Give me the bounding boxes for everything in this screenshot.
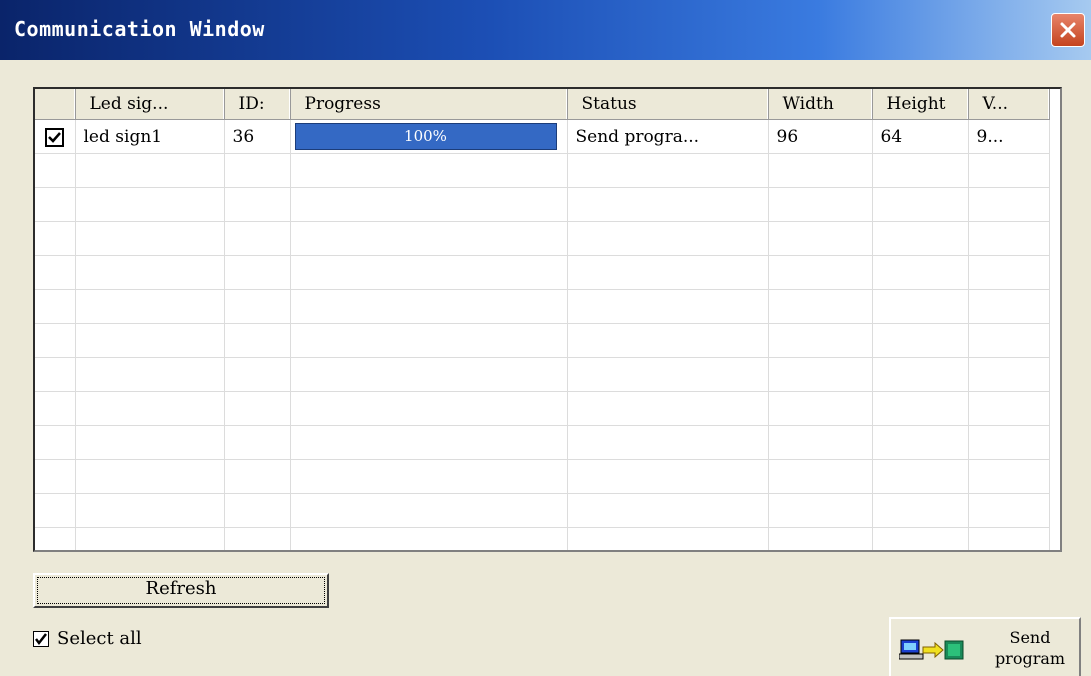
column-header-check[interactable] <box>35 89 76 120</box>
progress-bar: 100% <box>294 123 557 150</box>
column-header-height[interactable]: Height <box>872 89 969 120</box>
send-program-button[interactable]: Send program <box>889 617 1081 676</box>
table-row <box>35 425 1050 460</box>
row-checkbox[interactable] <box>45 127 65 147</box>
table-row <box>35 459 1050 494</box>
column-header-v[interactable]: V... <box>968 89 1050 120</box>
window-title: Communication Window <box>14 17 265 41</box>
led-sign-name: led sign1 <box>75 119 225 154</box>
width-value: 96 <box>768 119 873 154</box>
status-text: Send progra... <box>567 119 769 154</box>
column-header-progress[interactable]: Progress <box>290 89 568 120</box>
table-row <box>35 527 1050 550</box>
select-all-checkbox[interactable]: Select all <box>33 627 142 651</box>
led-sign-id: 36 <box>224 119 291 154</box>
check-icon <box>48 131 62 143</box>
close-button[interactable] <box>1051 13 1085 47</box>
device-table: Led sig... ID: Progress Status Width Hei… <box>35 89 1050 550</box>
table-row <box>35 391 1050 426</box>
table-row <box>35 493 1050 528</box>
table-row <box>35 289 1050 324</box>
table-row <box>35 187 1050 222</box>
send-label-line1: Send <box>1009 628 1051 647</box>
close-icon <box>1060 22 1076 38</box>
select-all-box[interactable] <box>33 631 49 647</box>
column-header-id[interactable]: ID: <box>224 89 291 120</box>
send-program-icon <box>899 639 964 660</box>
send-label-line2: program <box>994 649 1066 668</box>
device-list[interactable]: Led sig... ID: Progress Status Width Hei… <box>33 87 1062 552</box>
column-header-led-sign[interactable]: Led sig... <box>75 89 225 120</box>
table-row <box>35 221 1050 256</box>
progress-label: 100% <box>404 127 447 145</box>
column-header-width[interactable]: Width <box>768 89 873 120</box>
column-header-status[interactable]: Status <box>567 89 769 120</box>
v-value: 9... <box>968 119 1050 154</box>
table-row[interactable]: led sign1 36 100% Send progra... 96 64 9… <box>35 119 1050 154</box>
table-row <box>35 323 1050 358</box>
table-row <box>35 357 1050 392</box>
table-row <box>35 153 1050 188</box>
table-row <box>35 255 1050 290</box>
table-header: Led sig... ID: Progress Status Width Hei… <box>35 89 1050 120</box>
check-icon <box>35 633 47 646</box>
refresh-button[interactable]: Refresh <box>33 573 329 608</box>
title-bar: Communication Window <box>0 0 1091 60</box>
select-all-label: Select all <box>57 628 142 649</box>
height-value: 64 <box>872 119 969 154</box>
